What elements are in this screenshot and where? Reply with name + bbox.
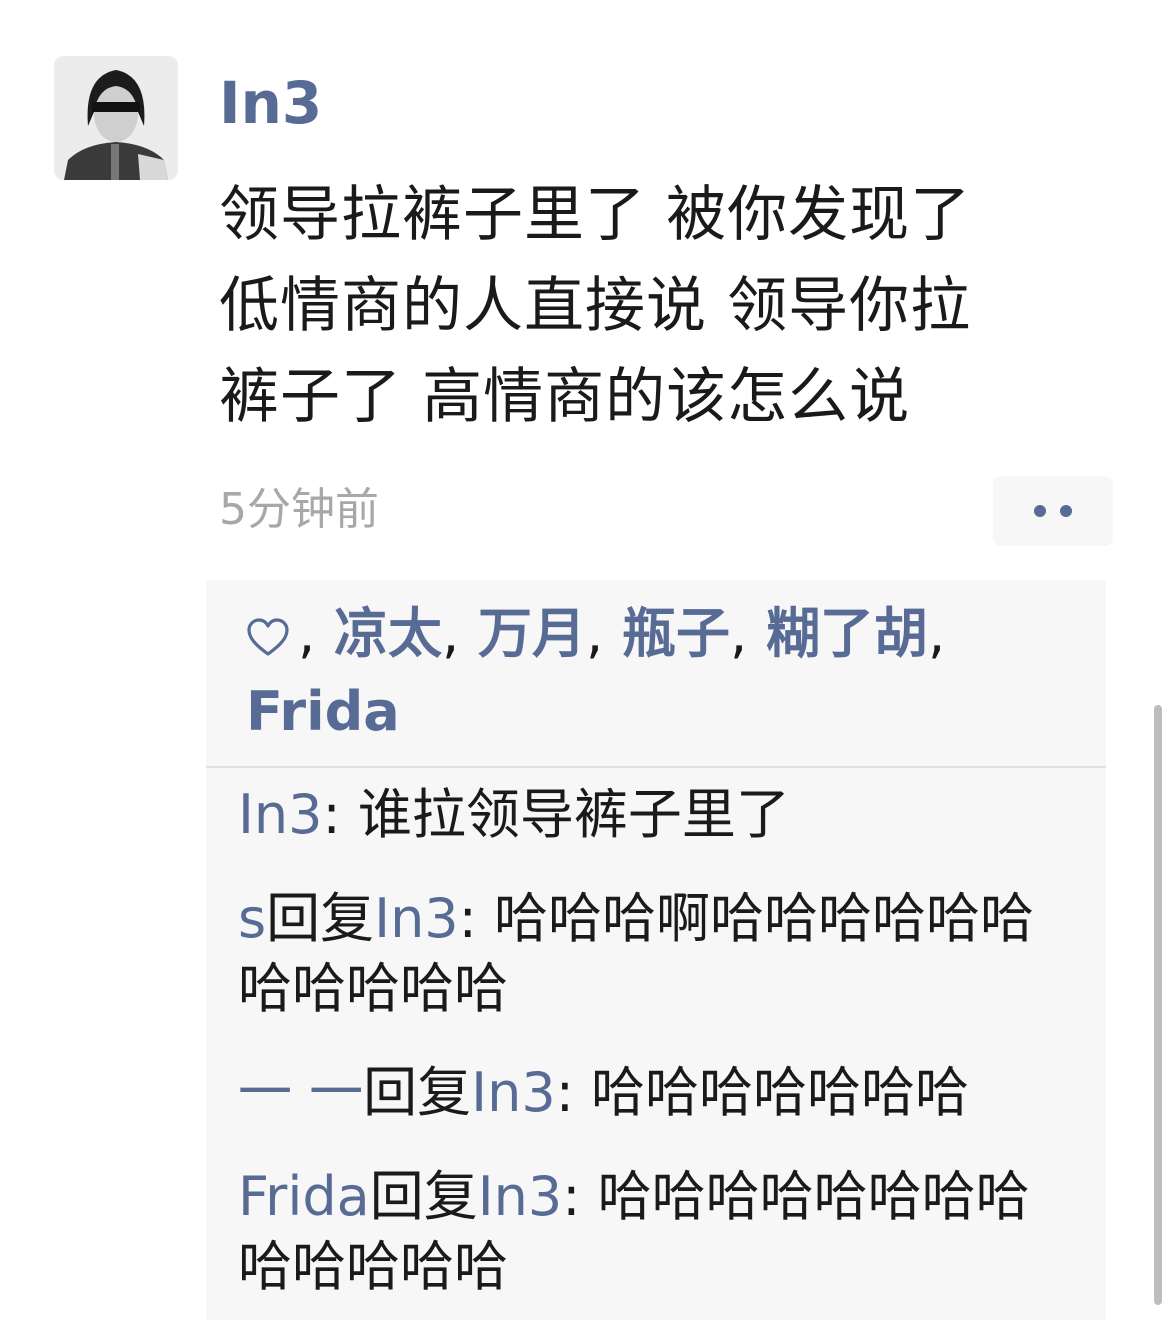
like-separator: ,: [441, 602, 460, 665]
comment-item[interactable]: In3: 谁拉领导裤子里了: [238, 780, 1076, 850]
more-options-button[interactable]: [993, 476, 1113, 546]
comment-list: In3: 谁拉领导裤子里了 s回复In3: 哈哈哈啊哈哈哈哈哈哈哈哈哈哈哈 一 …: [206, 768, 1106, 1302]
like-user-name[interactable]: 万月: [478, 602, 586, 665]
like-user-name[interactable]: Frida: [246, 680, 400, 743]
like-user-name[interactable]: 瓶子: [622, 602, 730, 665]
avatar[interactable]: [54, 56, 178, 180]
comment-author[interactable]: In3: [238, 783, 323, 846]
comment-reply-to[interactable]: In3: [478, 1165, 563, 1228]
comment-item[interactable]: Frida回复In3: 哈哈哈哈哈哈哈哈哈哈哈哈哈: [238, 1162, 1076, 1302]
comment-item[interactable]: s回复In3: 哈哈哈啊哈哈哈哈哈哈哈哈哈哈哈: [238, 884, 1076, 1024]
scrollbar[interactable]: [1154, 705, 1162, 1305]
post-text-line: 裤子了 高情商的该怎么说: [219, 362, 911, 432]
comment-colon: :: [458, 887, 477, 950]
comment-text: 哈哈哈哈哈哈哈: [573, 1061, 970, 1124]
avatar-image: [54, 56, 178, 180]
like-separator: ,: [729, 602, 748, 665]
comment-author[interactable]: Frida: [238, 1165, 370, 1228]
comment-section: , 凉太, 万月, 瓶子, 糊了胡, Frida In3: 谁拉领导裤子里了 s…: [206, 580, 1106, 1320]
like-user-name[interactable]: 糊了胡: [766, 602, 928, 665]
comment-colon: :: [562, 1165, 581, 1228]
like-user-name[interactable]: 凉太: [334, 602, 442, 665]
dot-icon: [1034, 505, 1046, 517]
post-author-name[interactable]: In3: [219, 68, 322, 138]
comment-reply-word: 回复: [266, 887, 375, 950]
comment-colon: :: [322, 783, 341, 846]
comment-reply-word: 回复: [363, 1061, 472, 1124]
like-separator: ,: [298, 602, 316, 665]
post-content: 领导拉裤子里了 被你发现了 低情商的人直接说 领导你拉 裤子了 高情商的该怎么说: [219, 170, 1119, 443]
comment-reply-to[interactable]: In3: [471, 1061, 556, 1124]
comment-reply-word: 回复: [369, 1165, 478, 1228]
comment-colon: :: [555, 1061, 574, 1124]
like-separator: ,: [585, 602, 604, 665]
post-timestamp: 5分钟前: [219, 484, 379, 535]
heart-outline-icon: [246, 604, 290, 676]
comment-author[interactable]: 一 一: [238, 1061, 363, 1124]
like-separator: ,: [927, 602, 946, 665]
comment-item[interactable]: 一 一回复In3: 哈哈哈哈哈哈哈: [238, 1058, 1076, 1128]
dot-icon: [1060, 505, 1072, 517]
comment-reply-to[interactable]: In3: [374, 887, 459, 950]
post-text-line: 低情商的人直接说 领导你拉: [219, 271, 972, 341]
likes-list: , 凉太, 万月, 瓶子, 糊了胡, Frida: [206, 580, 1106, 766]
post-text-line: 领导拉裤子里了 被你发现了: [219, 180, 972, 250]
comment-text: 谁拉领导裤子里了: [340, 783, 790, 846]
comment-author[interactable]: s: [238, 887, 266, 950]
